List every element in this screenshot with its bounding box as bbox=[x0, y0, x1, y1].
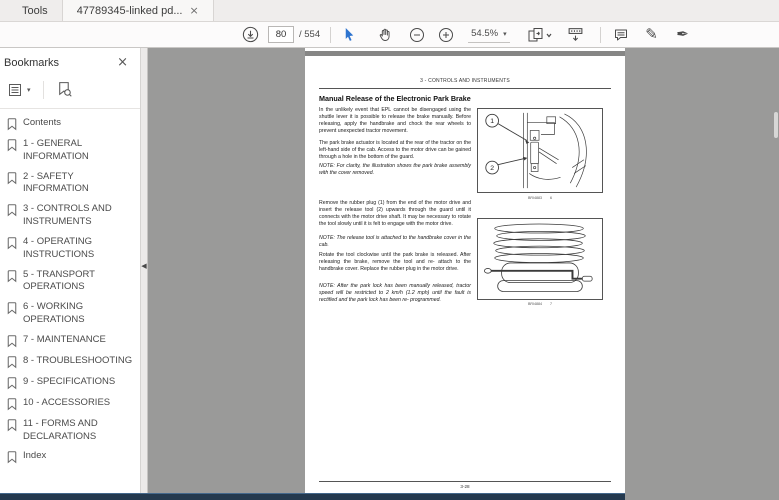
figure-code: BRI4883 bbox=[528, 196, 542, 200]
figure-release-tool bbox=[477, 218, 603, 300]
vertical-scrollbar-thumb[interactable] bbox=[774, 112, 778, 138]
bookmarks-panel: Bookmarks × ▾ Contents 1 - GENERAL INFO bbox=[0, 48, 140, 500]
tab-tools[interactable]: Tools bbox=[8, 0, 62, 21]
tab-bar: Tools 47789345-linked pd... × bbox=[0, 0, 779, 22]
zoom-in-icon[interactable] bbox=[436, 25, 456, 45]
chevron-down-icon: ▾ bbox=[27, 86, 31, 94]
bookmark-item-operating-instructions[interactable]: 4 - OPERATING INSTRUCTIONS bbox=[6, 236, 140, 262]
bookmark-label: 5 - TRANSPORT OPERATIONS bbox=[23, 269, 139, 295]
tab-document[interactable]: 47789345-linked pd... × bbox=[62, 0, 214, 21]
body-paragraph: Remove the rubber plug (1) from the end … bbox=[319, 200, 471, 227]
header-rule bbox=[319, 88, 611, 89]
bookmark-item-maintenance[interactable]: 7 - MAINTENANCE bbox=[6, 334, 140, 348]
bookmark-item-general-information[interactable]: 1 - GENERAL INFORMATION bbox=[6, 138, 140, 164]
page-footer-number: 3-28 bbox=[305, 484, 625, 489]
select-tool-icon[interactable] bbox=[339, 25, 359, 45]
bookmark-label: 3 - CONTROLS AND INSTRUMENTS bbox=[23, 203, 139, 229]
pdf-page: 3 - CONTROLS AND INSTRUMENTS Manual Rele… bbox=[305, 56, 625, 500]
bookmark-item-forms-and-declarations[interactable]: 11 - FORMS AND DECLARATIONS bbox=[6, 418, 140, 444]
page-number-input[interactable] bbox=[268, 26, 294, 43]
bookmark-label: Index bbox=[23, 450, 139, 463]
figure-park-brake-actuator: 1 2 bbox=[477, 108, 603, 193]
find-current-bookmark-icon[interactable] bbox=[52, 79, 77, 100]
body-paragraph: In the unlikely event that EPL cannot be… bbox=[319, 107, 471, 134]
tab-document-label: 47789345-linked pd... bbox=[77, 5, 183, 17]
fill-sign-pen-icon[interactable]: ✒ bbox=[673, 25, 693, 45]
footer-rule bbox=[319, 481, 611, 482]
page-fit-icon[interactable] bbox=[526, 25, 554, 45]
body-paragraph: The park brake actuator is located at th… bbox=[319, 140, 471, 161]
bookmark-label: 2 - SAFETY INFORMATION bbox=[23, 171, 139, 197]
zoom-level-value: 54.5% bbox=[471, 28, 498, 39]
bookmark-item-troubleshooting[interactable]: 8 - TROUBLESHOOTING bbox=[6, 355, 140, 369]
panel-resize-strip[interactable] bbox=[140, 48, 148, 500]
bookmark-item-specifications[interactable]: 9 - SPECIFICATIONS bbox=[6, 376, 140, 390]
bookmark-label: 4 - OPERATING INSTRUCTIONS bbox=[23, 236, 139, 262]
bookmark-label: 8 - TROUBLESHOOTING bbox=[23, 355, 139, 368]
bookmark-item-transport-operations[interactable]: 5 - TRANSPORT OPERATIONS bbox=[6, 269, 140, 295]
hand-tool-icon[interactable] bbox=[375, 25, 395, 45]
page-running-header: 3 - CONTROLS AND INSTRUMENTS bbox=[305, 78, 625, 84]
hide-toolbar-icon[interactable] bbox=[566, 25, 586, 45]
bookmark-item-controls-and-instruments[interactable]: 3 - CONTROLS AND INSTRUMENTS bbox=[6, 203, 140, 229]
section-title: Manual Release of the Electronic Park Br… bbox=[319, 94, 471, 103]
bookmark-label: Contents bbox=[23, 117, 139, 130]
bookmark-label: 1 - GENERAL INFORMATION bbox=[23, 138, 139, 164]
figure-number: 7 bbox=[550, 302, 552, 306]
figure-caption: BRI4884 7 bbox=[477, 302, 603, 306]
bookmark-label: 9 - SPECIFICATIONS bbox=[23, 376, 139, 389]
figure-callout-1: 1 bbox=[490, 118, 494, 125]
pencil-icon[interactable]: ✎ bbox=[642, 25, 662, 45]
body-paragraph: Rotate the tool clockwise until the park… bbox=[319, 252, 471, 273]
bookmark-item-accessories[interactable]: 10 - ACCESSORIES bbox=[6, 397, 140, 411]
bookmark-item-index[interactable]: Index bbox=[6, 450, 140, 464]
figure-number: 6 bbox=[550, 196, 552, 200]
figure-code: BRI4884 bbox=[528, 302, 542, 306]
bottom-window-bar bbox=[0, 493, 625, 500]
bookmark-label: 6 - WORKING OPERATIONS bbox=[23, 301, 139, 327]
bookmarks-panel-title: Bookmarks bbox=[4, 57, 59, 69]
note-paragraph: NOTE: For clarity, the illustration show… bbox=[319, 163, 471, 177]
download-icon[interactable] bbox=[240, 25, 260, 45]
panel-close-icon[interactable]: × bbox=[117, 56, 128, 69]
note-paragraph: NOTE: The release tool is attached to th… bbox=[319, 235, 471, 249]
bookmark-label: 11 - FORMS AND DECLARATIONS bbox=[23, 418, 139, 444]
figure-callout-2: 2 bbox=[490, 165, 494, 172]
figure-caption: BRI4883 6 bbox=[477, 196, 603, 200]
bookmark-item-contents[interactable]: Contents bbox=[6, 117, 140, 131]
tab-close-icon[interactable]: × bbox=[190, 5, 199, 16]
document-canvas[interactable]: 3 - CONTROLS AND INSTRUMENTS Manual Rele… bbox=[148, 48, 779, 500]
zoom-level-dropdown[interactable]: 54.5% ▾ bbox=[468, 26, 509, 43]
toolbar-separator bbox=[600, 27, 601, 43]
bookmark-label: 7 - MAINTENANCE bbox=[23, 334, 139, 347]
panel-collapse-icon[interactable]: ◀ bbox=[140, 262, 148, 270]
chevron-down-icon: ▾ bbox=[503, 30, 507, 38]
main-toolbar: / 554 54.5% ▾ bbox=[0, 22, 779, 48]
note-paragraph: NOTE: After the park lock has been manua… bbox=[319, 283, 471, 304]
bookmark-options-icon[interactable]: ▾ bbox=[4, 80, 35, 100]
toolbar-separator bbox=[330, 27, 331, 43]
zoom-out-icon[interactable] bbox=[407, 25, 427, 45]
comment-icon[interactable] bbox=[611, 25, 631, 45]
bookmark-item-working-operations[interactable]: 6 - WORKING OPERATIONS bbox=[6, 301, 140, 327]
bookmark-label: 10 - ACCESSORIES bbox=[23, 397, 139, 410]
divider bbox=[43, 81, 44, 99]
tab-tools-label: Tools bbox=[22, 5, 48, 17]
page-count-label: / 554 bbox=[299, 29, 320, 40]
bookmark-item-safety-information[interactable]: 2 - SAFETY INFORMATION bbox=[6, 171, 140, 197]
bookmarks-list: Contents 1 - GENERAL INFORMATION 2 - SAF… bbox=[0, 109, 140, 464]
